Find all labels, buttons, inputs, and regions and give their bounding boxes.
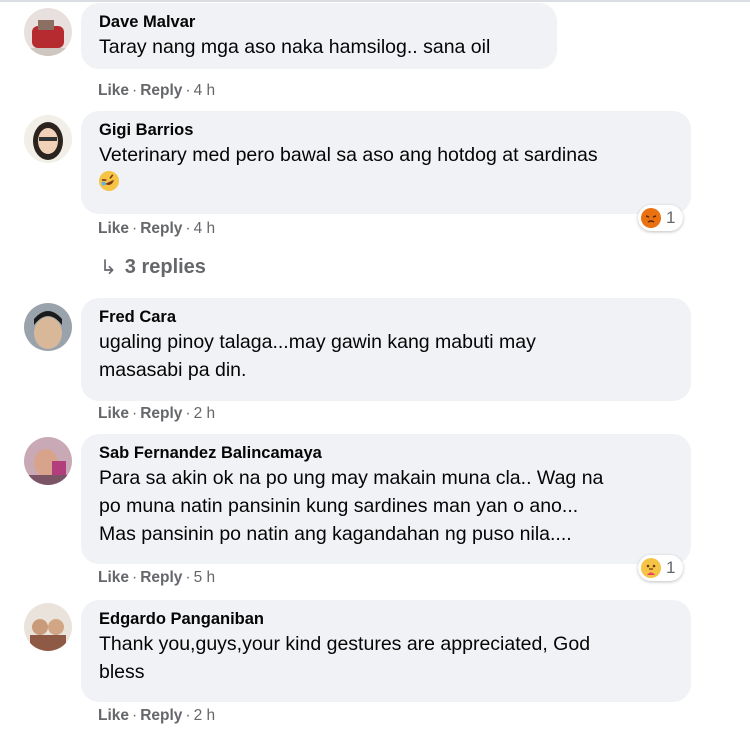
timestamp[interactable]: 5 h [194, 569, 216, 586]
top-divider [0, 0, 750, 2]
timestamp[interactable]: 2 h [194, 405, 216, 422]
like-button[interactable]: Like [98, 569, 129, 586]
comment-text: Veterinary med pero bawal sa aso ang hot… [99, 144, 598, 166]
comment-text: ugaling pinoy talaga...may gawin kang ma… [99, 331, 536, 381]
commenter-name[interactable]: Edgardo Panganiban [99, 609, 673, 630]
reaction-summary[interactable]: 1 [638, 205, 684, 231]
like-button[interactable]: Like [98, 82, 129, 99]
timestamp[interactable]: 2 h [194, 707, 216, 724]
comment-text: Thank you,guys,your kind gestures are ap… [99, 633, 591, 683]
rofl-emoji-icon [95, 167, 123, 195]
comment-actions: Like · Reply · 4 h [98, 220, 216, 237]
replies-count-label: 3 replies [124, 256, 206, 278]
avatar[interactable] [24, 8, 72, 56]
reaction-count: 1 [666, 208, 676, 227]
reply-button[interactable]: Reply [140, 569, 182, 586]
avatar[interactable] [24, 437, 72, 485]
commenter-name[interactable]: Dave Malvar [99, 12, 539, 33]
comment-actions: Like · Reply · 4 h [98, 82, 216, 99]
avatar[interactable] [24, 603, 72, 651]
reply-arrow-icon: ↳ [100, 257, 117, 279]
comment-bubble: Edgardo Panganiban Thank you,guys,your k… [81, 600, 691, 702]
comment-actions: Like · Reply · 2 h [98, 405, 216, 422]
reaction-summary[interactable]: 1 [638, 555, 684, 581]
comment-bubble: Gigi Barrios Veterinary med pero bawal s… [81, 111, 691, 214]
comment-bubble: Sab Fernandez Balincamaya Para sa akin o… [81, 434, 691, 564]
avatar[interactable] [24, 115, 72, 163]
care-reaction-icon [641, 558, 661, 578]
like-button[interactable]: Like [98, 707, 129, 724]
comment-actions: Like · Reply · 5 h [98, 569, 216, 586]
reply-button[interactable]: Reply [140, 405, 182, 422]
comment-text: Para sa akin ok na po ung may makain mun… [99, 467, 604, 545]
commenter-name[interactable]: Gigi Barrios [99, 120, 673, 141]
reply-button[interactable]: Reply [140, 220, 182, 237]
avatar[interactable] [24, 303, 72, 351]
reaction-count: 1 [666, 558, 676, 577]
commenter-name[interactable]: Fred Cara [99, 307, 673, 328]
like-button[interactable]: Like [98, 405, 129, 422]
timestamp[interactable]: 4 h [194, 82, 216, 99]
view-replies-link[interactable]: ↳ 3 replies [100, 255, 206, 280]
reply-button[interactable]: Reply [140, 707, 182, 724]
reply-button[interactable]: Reply [140, 82, 182, 99]
timestamp[interactable]: 4 h [194, 220, 216, 237]
comment-actions: Like · Reply · 2 h [98, 707, 216, 724]
commenter-name[interactable]: Sab Fernandez Balincamaya [99, 443, 673, 464]
angry-reaction-icon [641, 208, 661, 228]
comment-bubble: Fred Cara ugaling pinoy talaga...may gaw… [81, 298, 691, 401]
like-button[interactable]: Like [98, 220, 129, 237]
comment-text: Taray nang mga aso naka hamsilog.. sana … [99, 36, 491, 58]
comment-bubble: Dave Malvar Taray nang mga aso naka hams… [81, 3, 557, 69]
